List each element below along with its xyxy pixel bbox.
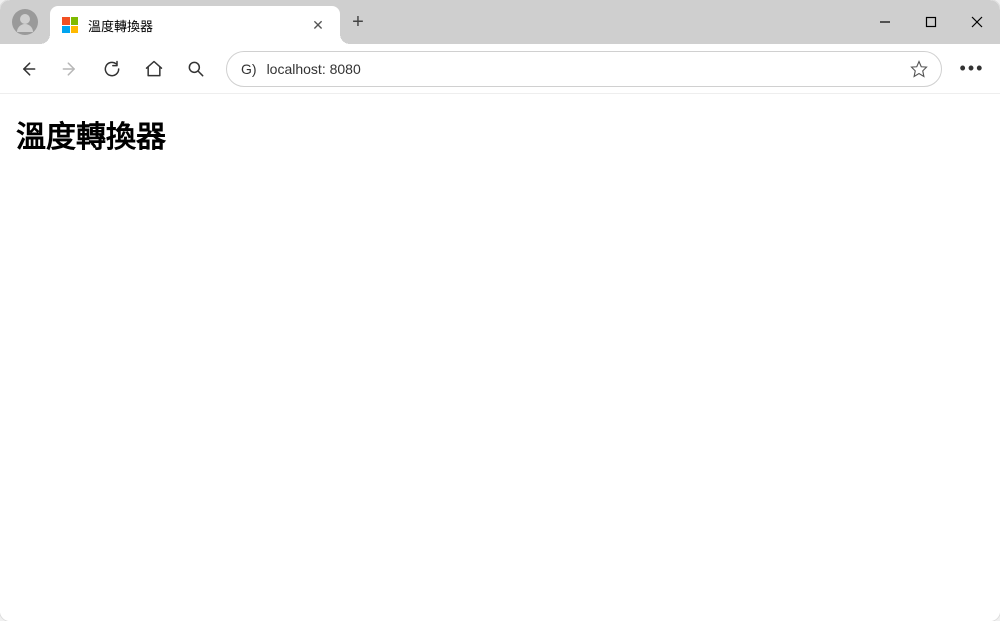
favicon-microsoft-icon	[62, 17, 78, 33]
close-window-button[interactable]	[954, 0, 1000, 44]
home-icon	[144, 59, 164, 79]
minimize-icon	[879, 16, 891, 28]
profile-avatar-icon	[12, 9, 38, 35]
plus-icon: +	[352, 11, 364, 34]
search-button[interactable]	[176, 49, 216, 89]
forward-button[interactable]	[50, 49, 90, 89]
star-icon	[910, 60, 928, 78]
dots-icon: •••	[960, 58, 985, 79]
search-icon	[186, 59, 206, 79]
tab-title: 溫度轉換器	[88, 16, 296, 35]
page-content: 溫度轉換器	[0, 94, 1000, 621]
titlebar: 溫度轉換器 ✕ +	[0, 0, 1000, 44]
home-button[interactable]	[134, 49, 174, 89]
close-icon: ✕	[312, 18, 324, 32]
arrow-right-icon	[60, 59, 80, 79]
browser-window: 溫度轉換器 ✕ +	[0, 0, 1000, 621]
toolbar: G) localhost: 8080 •••	[0, 44, 1000, 94]
page-heading: 溫度轉換器	[16, 112, 984, 156]
minimize-button[interactable]	[862, 0, 908, 44]
address-bar[interactable]: G) localhost: 8080	[226, 51, 942, 87]
window-controls	[862, 0, 1000, 44]
favorite-button[interactable]	[907, 60, 931, 78]
maximize-button[interactable]	[908, 0, 954, 44]
address-prefix: G)	[241, 61, 257, 77]
close-icon	[971, 16, 983, 28]
browser-tab[interactable]: 溫度轉換器 ✕	[50, 6, 340, 44]
back-button[interactable]	[8, 49, 48, 89]
more-menu-button[interactable]: •••	[952, 58, 992, 79]
reload-button[interactable]	[92, 49, 132, 89]
reload-icon	[102, 59, 122, 79]
arrow-left-icon	[18, 59, 38, 79]
address-url: localhost: 8080	[267, 61, 897, 77]
maximize-icon	[925, 16, 937, 28]
tab-close-button[interactable]: ✕	[306, 13, 330, 37]
